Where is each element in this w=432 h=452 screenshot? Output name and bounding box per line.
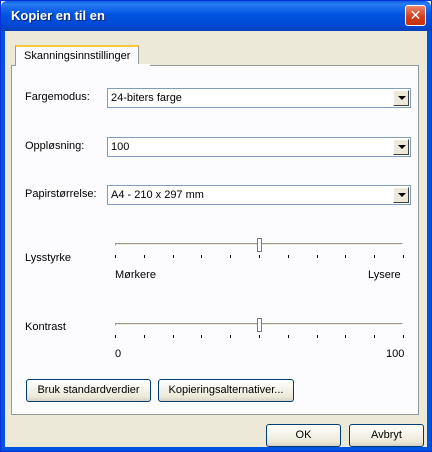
color-mode-value: 24-biters farge — [111, 92, 182, 104]
contrast-max-label: 100 — [386, 348, 405, 360]
color-mode-label: Fargemodus: — [25, 91, 90, 103]
brightness-slider[interactable] — [113, 233, 407, 263]
brightness-tick — [345, 255, 347, 258]
dialog-window: Kopier en til en ✕ Skanningsinnstillinge… — [0, 0, 432, 452]
brightness-tick — [172, 255, 174, 258]
contrast-slider[interactable] — [113, 313, 407, 343]
contrast-tick — [143, 335, 145, 338]
window-title: Kopier en til en — [11, 8, 105, 23]
paper-size-select[interactable]: A4 - 210 x 297 mm — [107, 185, 411, 205]
color-mode-select[interactable]: 24-biters farge — [107, 88, 411, 108]
chevron-down-icon[interactable] — [393, 139, 409, 155]
brightness-tick — [115, 255, 116, 258]
brightness-tick — [201, 255, 203, 258]
use-defaults-button[interactable]: Bruk standardverdier — [26, 379, 151, 402]
chevron-down-icon[interactable] — [393, 90, 409, 106]
resolution-select[interactable]: 100 — [107, 137, 411, 157]
brightness-tick — [374, 255, 376, 258]
brightness-tick — [259, 255, 260, 258]
chevron-down-icon[interactable] — [393, 187, 409, 203]
resolution-value: 100 — [111, 141, 130, 153]
ok-button[interactable]: OK — [266, 424, 341, 447]
contrast-slider-thumb[interactable] — [257, 318, 262, 332]
contrast-tick — [345, 335, 347, 338]
brightness-label: Lysstyrke — [25, 252, 72, 264]
contrast-tick — [287, 335, 289, 338]
tab-scan-settings[interactable]: Skanningsinnstillinger — [15, 45, 140, 66]
contrast-label: Kontrast — [25, 321, 66, 333]
contrast-tick — [230, 335, 232, 338]
contrast-tick — [172, 335, 174, 338]
contrast-min-label: 0 — [115, 348, 122, 360]
brightness-slider-thumb[interactable] — [257, 238, 262, 252]
contrast-tick — [316, 335, 318, 338]
window-frame-bottom — [1, 447, 431, 451]
brightness-max-label: Lysere — [368, 269, 401, 281]
brightness-tick — [316, 255, 318, 258]
contrast-tick — [201, 335, 203, 338]
brightness-tick — [403, 255, 404, 258]
brightness-tick — [143, 255, 145, 258]
brightness-min-label: Mørkere — [115, 269, 156, 281]
contrast-tick — [115, 335, 116, 338]
window-frame-right — [427, 31, 431, 451]
close-icon: ✕ — [409, 7, 422, 23]
brightness-tick — [230, 255, 232, 258]
contrast-tick — [259, 335, 260, 338]
copy-options-button[interactable]: Kopieringsalternativer... — [158, 379, 294, 402]
paper-size-label: Papirstørrelse: — [25, 188, 97, 200]
window-frame-left — [1, 31, 5, 451]
title-bar[interactable]: Kopier en til en ✕ — [1, 1, 431, 31]
close-button[interactable]: ✕ — [405, 5, 426, 26]
brightness-tick — [287, 255, 289, 258]
resolution-label: Oppløsning: — [25, 140, 85, 152]
contrast-tick — [374, 335, 376, 338]
contrast-tick — [403, 335, 404, 338]
cancel-button[interactable]: Avbryt — [349, 424, 424, 447]
paper-size-value: A4 - 210 x 297 mm — [111, 189, 204, 201]
